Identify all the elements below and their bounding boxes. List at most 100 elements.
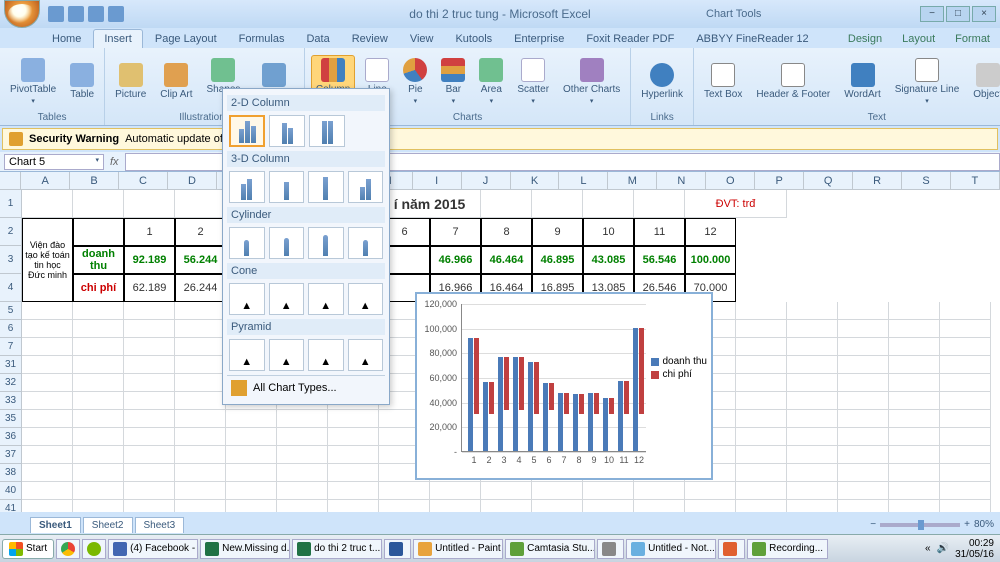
tab-foxit[interactable]: Foxit Reader PDF — [576, 30, 684, 48]
cell[interactable] — [175, 190, 226, 218]
tab-kutools[interactable]: Kutools — [445, 30, 502, 48]
chart-type-3d-stacked[interactable] — [269, 171, 305, 203]
print-icon[interactable] — [108, 6, 124, 22]
merged-row-label[interactable]: Viện đào tạo kế toán tin học Đức minh — [22, 218, 73, 302]
tab-insert[interactable]: Insert — [93, 29, 143, 48]
cell[interactable]: 46.966 — [430, 246, 481, 274]
cell[interactable] — [175, 356, 226, 374]
taskbar-item[interactable]: do thi 2 truc t... — [292, 539, 382, 559]
tab-data[interactable]: Data — [296, 30, 339, 48]
scatter-chart-button[interactable]: Scatter▾ — [513, 56, 553, 107]
row-header[interactable]: 31 — [0, 356, 22, 374]
pivottable-button[interactable]: PivotTable▾ — [6, 56, 60, 107]
cell[interactable] — [532, 190, 583, 218]
col-header[interactable]: T — [951, 172, 1000, 189]
cell[interactable] — [481, 500, 532, 512]
chart-type-pyramid-3[interactable]: ▲ — [308, 339, 344, 371]
cell[interactable] — [124, 410, 175, 428]
cell[interactable]: 56.244 — [175, 246, 226, 274]
cell[interactable] — [736, 392, 787, 410]
clock[interactable]: 00:2931/05/16 — [955, 538, 994, 560]
cell[interactable] — [73, 500, 124, 512]
cell[interactable] — [736, 302, 787, 320]
bar-series-1[interactable] — [558, 393, 563, 451]
cell[interactable] — [787, 482, 838, 500]
cell[interactable] — [889, 338, 940, 356]
cell[interactable] — [838, 482, 889, 500]
row-header[interactable]: 4 — [0, 274, 22, 302]
tab-abbyy[interactable]: ABBYY FineReader 12 — [686, 30, 818, 48]
cell[interactable]: 10 — [583, 218, 634, 246]
chart-type-cone-3[interactable]: ▲ — [308, 283, 344, 315]
cell[interactable] — [481, 190, 532, 218]
office-button[interactable] — [4, 0, 40, 28]
cell[interactable] — [736, 464, 787, 482]
name-box[interactable]: Chart 5▾ — [4, 154, 104, 170]
cell[interactable] — [889, 302, 940, 320]
bar-series-1[interactable] — [618, 381, 623, 451]
header-footer-button[interactable]: Header & Footer — [752, 61, 834, 102]
chart-type-100-stacked-column[interactable] — [309, 115, 345, 147]
cell[interactable] — [481, 482, 532, 500]
cell[interactable] — [889, 392, 940, 410]
cell[interactable] — [889, 482, 940, 500]
row-header[interactable]: 6 — [0, 320, 22, 338]
cell[interactable] — [124, 446, 175, 464]
bar-series-2[interactable] — [519, 357, 524, 410]
cell[interactable] — [940, 392, 991, 410]
cell[interactable]: 46.464 — [481, 246, 532, 274]
cell[interactable] — [838, 356, 889, 374]
cell[interactable] — [736, 356, 787, 374]
cell[interactable] — [22, 482, 73, 500]
bar-series-1[interactable] — [543, 383, 548, 451]
cell[interactable]: 12 — [685, 218, 736, 246]
col-header[interactable]: B — [70, 172, 119, 189]
bar-series-1[interactable] — [588, 393, 593, 451]
cell[interactable] — [175, 302, 226, 320]
bar-series-2[interactable] — [534, 362, 539, 414]
object-button[interactable]: Object — [969, 61, 1000, 102]
cell[interactable] — [226, 428, 277, 446]
cell[interactable] — [889, 410, 940, 428]
cell[interactable] — [889, 500, 940, 512]
cell[interactable] — [73, 338, 124, 356]
row-header[interactable]: 32 — [0, 374, 22, 392]
bar-series-1[interactable] — [483, 382, 488, 451]
hyperlink-button[interactable]: Hyperlink — [637, 61, 687, 102]
bar-series-2[interactable] — [579, 394, 584, 414]
bar-series-1[interactable] — [528, 362, 533, 451]
cell[interactable]: í năm 2015 — [379, 190, 481, 218]
taskbar-item[interactable]: Untitled - Paint — [413, 539, 503, 559]
cell[interactable] — [787, 392, 838, 410]
row-header[interactable]: 2 — [0, 218, 22, 246]
cell[interactable]: chi phí — [73, 274, 124, 302]
cell[interactable] — [430, 482, 481, 500]
taskbar-item[interactable]: New.Missing d... — [200, 539, 290, 559]
cell[interactable] — [277, 446, 328, 464]
bar-series-2[interactable] — [504, 357, 509, 410]
cell[interactable] — [532, 482, 583, 500]
cell[interactable] — [583, 482, 634, 500]
cell[interactable]: 1 — [124, 218, 175, 246]
cell[interactable] — [226, 482, 277, 500]
cell[interactable] — [277, 428, 328, 446]
cell[interactable] — [22, 428, 73, 446]
plot-area[interactable]: 123456789101112 — [461, 304, 646, 452]
cell[interactable] — [838, 446, 889, 464]
bar-series-1[interactable] — [573, 394, 578, 451]
cell[interactable] — [889, 446, 940, 464]
cell[interactable] — [124, 374, 175, 392]
bar-series-1[interactable] — [513, 357, 518, 451]
cell[interactable] — [124, 320, 175, 338]
cell[interactable] — [379, 500, 430, 512]
cell[interactable] — [73, 320, 124, 338]
taskbar-item[interactable]: (4) Facebook - ... — [108, 539, 198, 559]
bar-series-2[interactable] — [549, 383, 554, 410]
cell[interactable] — [175, 320, 226, 338]
chart-type-cone-1[interactable]: ▲ — [229, 283, 265, 315]
all-chart-types-button[interactable]: All Chart Types... — [227, 375, 385, 400]
cell[interactable] — [430, 500, 481, 512]
bar-series-2[interactable] — [489, 382, 494, 414]
maximize-button[interactable]: □ — [946, 6, 970, 22]
chart-type-3d-column[interactable] — [348, 171, 384, 203]
